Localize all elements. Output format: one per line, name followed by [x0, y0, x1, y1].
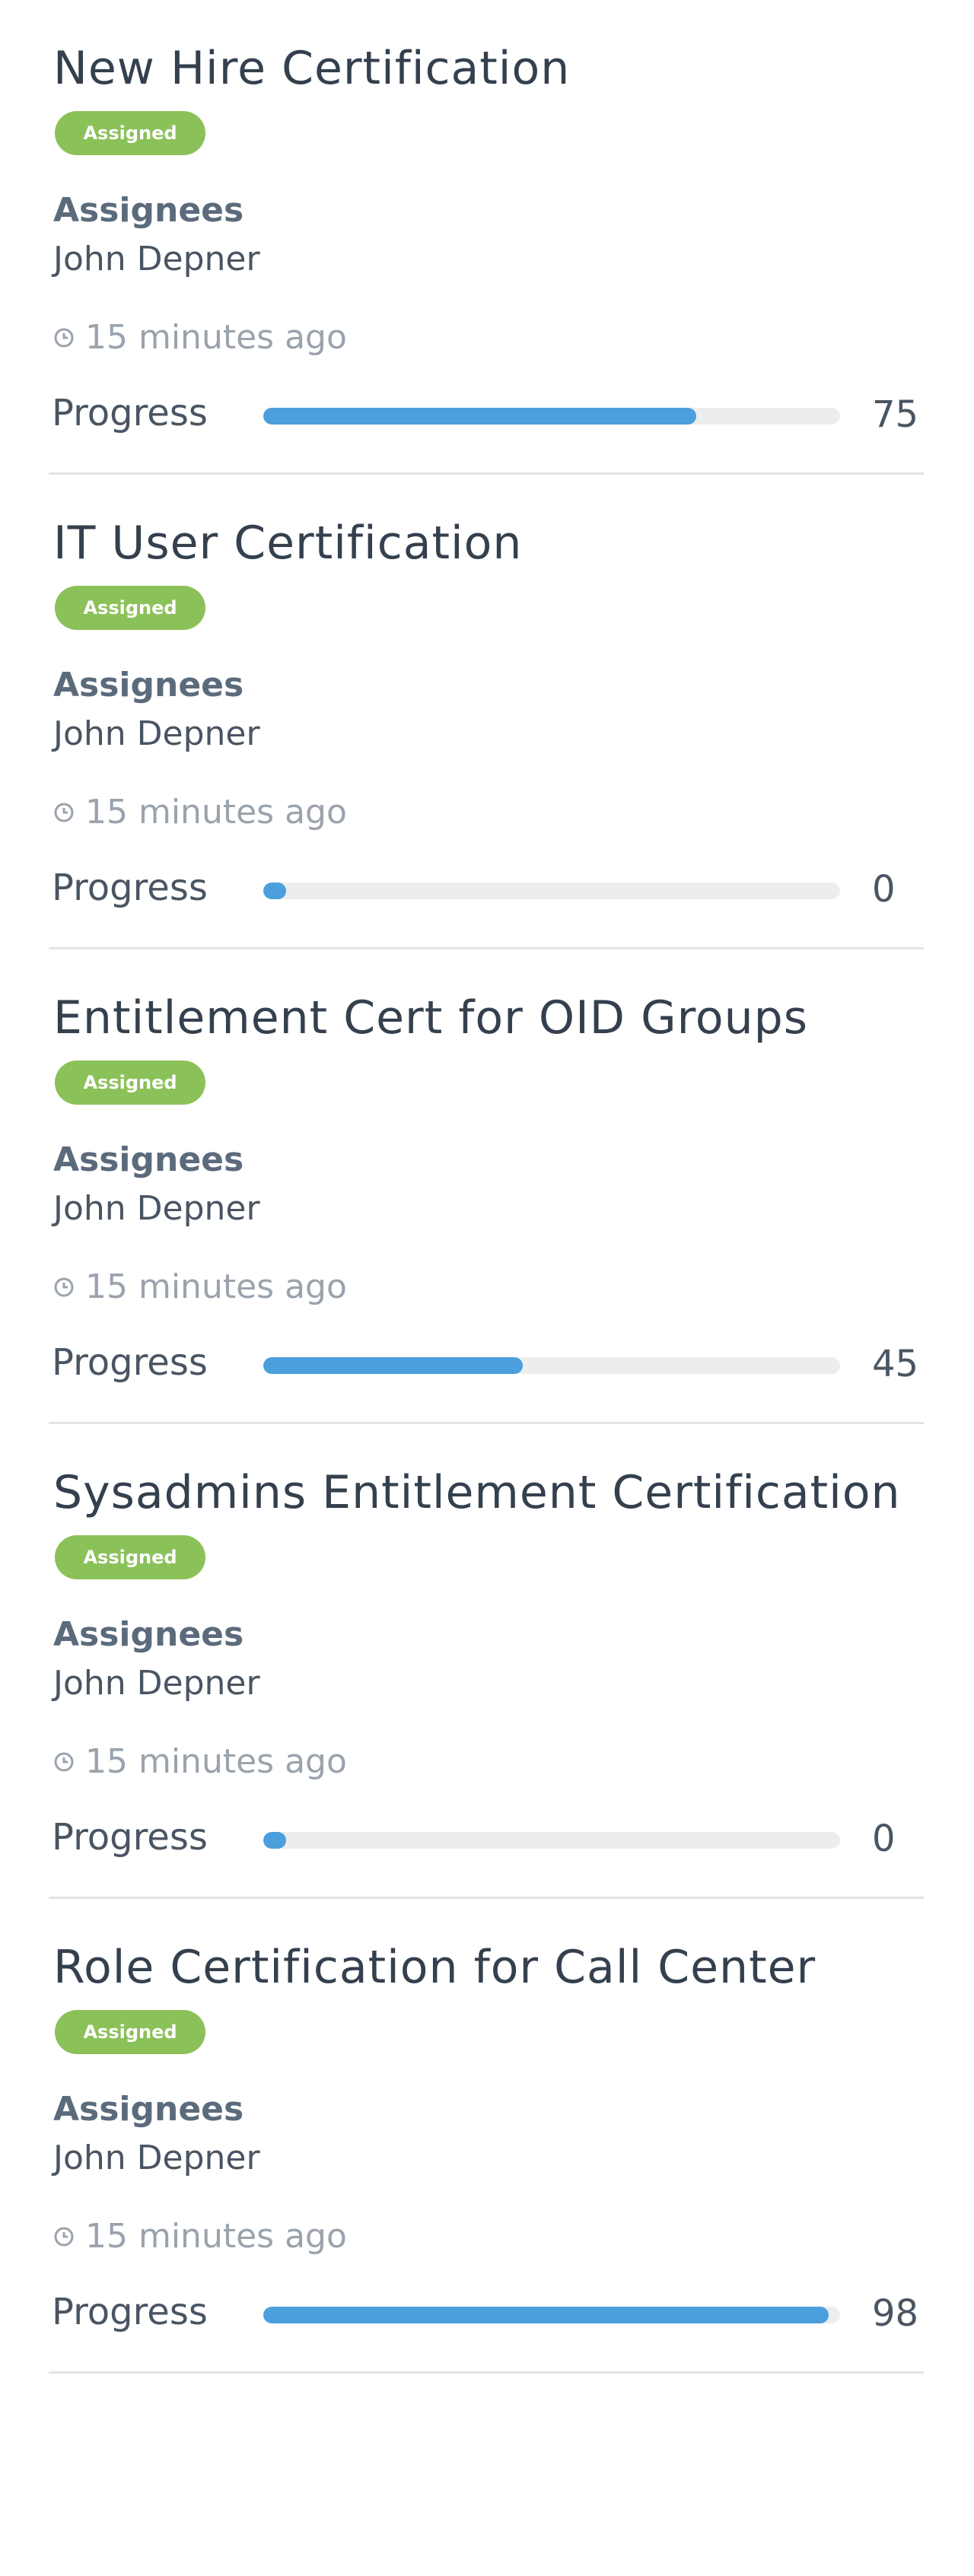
timestamp-text: 15 minutes ago [85, 1267, 347, 1306]
certification-list: New Hire Certification Assigned Assignee… [49, 0, 924, 2374]
certification-title[interactable]: IT User Certification [53, 511, 522, 575]
assignee-name: John Depner [53, 1189, 260, 1228]
certification-card-call-center[interactable]: Role Certification for Call Center Assig… [49, 1899, 924, 2374]
assignees-label: Assignees [53, 1140, 244, 1179]
status-badge: Assigned [55, 1535, 205, 1579]
progress-value: 75 [872, 393, 919, 436]
assignees-label: Assignees [53, 191, 244, 230]
progress-bar-fill [263, 2307, 829, 2323]
progress-value: 45 [872, 1343, 919, 1385]
timestamp-text: 15 minutes ago [85, 2217, 347, 2256]
assignee-name: John Depner [53, 1664, 260, 1703]
progress-bar [263, 408, 840, 425]
timestamp-text: 15 minutes ago [85, 793, 347, 832]
clock-icon [54, 803, 74, 822]
status-badge: Assigned [55, 1061, 205, 1105]
assignee-name: John Depner [53, 240, 260, 278]
progress-bar-fill [263, 883, 286, 899]
status-badge: Assigned [55, 111, 205, 155]
certification-card-sysadmins[interactable]: Sysadmins Entitlement Certification Assi… [49, 1424, 924, 1899]
progress-bar-fill [263, 1832, 286, 1849]
clock-icon [54, 2227, 74, 2247]
progress-value: 0 [872, 868, 896, 911]
certification-title[interactable]: Sysadmins Entitlement Certification [53, 1461, 901, 1525]
progress-label: Progress [52, 1816, 208, 1859]
progress-bar [263, 1832, 840, 1849]
status-badge: Assigned [55, 586, 205, 630]
timestamp: 15 minutes ago [53, 1264, 347, 1310]
assignees-label: Assignees [53, 666, 244, 704]
assignees-label: Assignees [53, 1615, 244, 1654]
timestamp: 15 minutes ago [53, 2214, 347, 2260]
clock-icon [54, 1277, 74, 1297]
progress-value: 98 [872, 2292, 919, 2335]
timestamp: 15 minutes ago [53, 315, 347, 361]
certification-card-new-hire[interactable]: New Hire Certification Assigned Assignee… [49, 0, 924, 475]
timestamp: 15 minutes ago [53, 790, 347, 835]
progress-bar-fill [263, 408, 696, 425]
timestamp-text: 15 minutes ago [85, 318, 347, 357]
progress-label: Progress [52, 392, 208, 434]
status-badge: Assigned [55, 2010, 205, 2054]
progress-bar [263, 1357, 840, 1374]
certification-card-oid-groups[interactable]: Entitlement Cert for OID Groups Assigned… [49, 949, 924, 1424]
assignee-name: John Depner [53, 2139, 260, 2177]
certification-title[interactable]: Entitlement Cert for OID Groups [53, 986, 808, 1050]
certification-title[interactable]: Role Certification for Call Center [53, 1935, 816, 1999]
timestamp-text: 15 minutes ago [85, 1742, 347, 1781]
assignee-name: John Depner [53, 714, 260, 753]
progress-label: Progress [52, 2291, 208, 2333]
progress-value: 0 [872, 1818, 896, 1860]
certification-title[interactable]: New Hire Certification [53, 37, 570, 100]
clock-icon [54, 1752, 74, 1772]
progress-label: Progress [52, 1341, 208, 1384]
assignees-label: Assignees [53, 2090, 244, 2129]
progress-bar [263, 883, 840, 899]
certification-card-it-user[interactable]: IT User Certification Assigned Assignees… [49, 475, 924, 949]
progress-label: Progress [52, 867, 208, 909]
progress-bar [263, 2307, 840, 2323]
timestamp: 15 minutes ago [53, 1739, 347, 1785]
clock-icon [54, 328, 74, 348]
progress-bar-fill [263, 1357, 524, 1374]
